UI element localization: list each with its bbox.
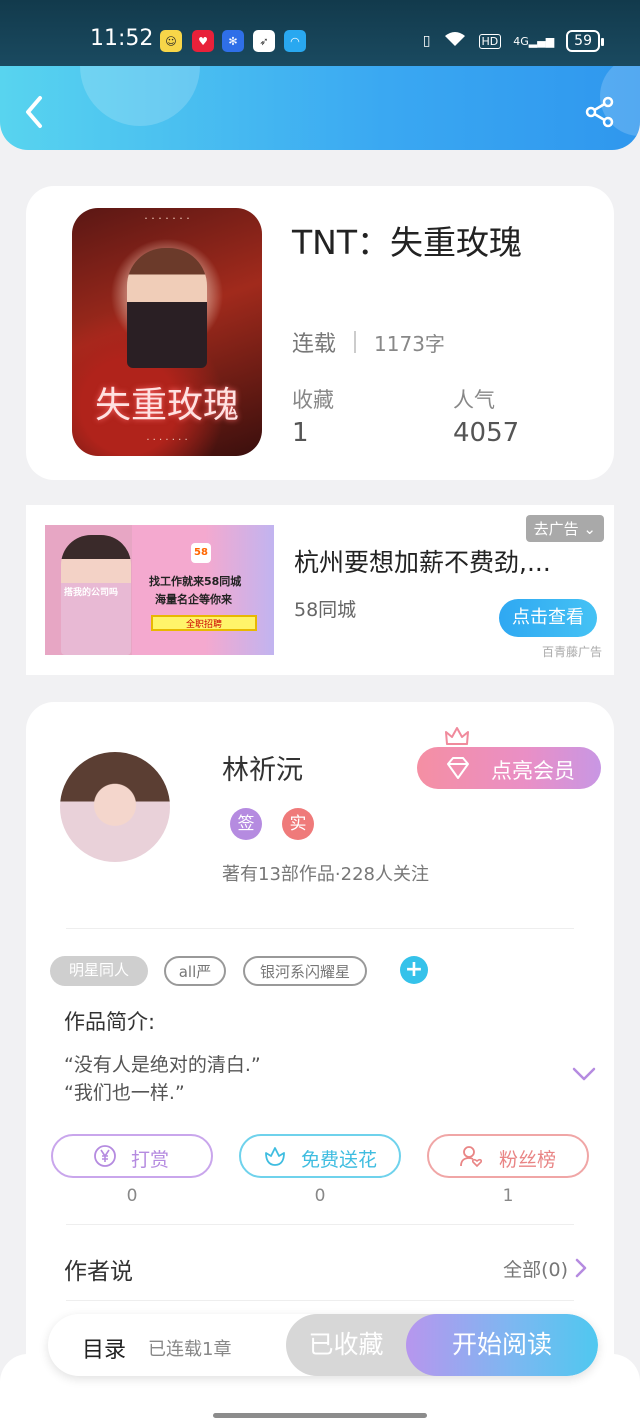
pigeon-icon: ➶ bbox=[253, 30, 275, 52]
intro-line: “我们也一样.” bbox=[64, 1082, 185, 1104]
toc-button[interactable]: 目录 bbox=[82, 1332, 126, 1364]
status-time: 11:52 bbox=[90, 26, 154, 51]
author-says-title: 作者说 bbox=[64, 1259, 133, 1285]
book-cover[interactable]: · · · · · · · 失重玫瑰 · · · · · · · bbox=[72, 208, 262, 456]
fan-rank-button[interactable]: 粉丝榜 bbox=[427, 1134, 589, 1178]
flower-icon bbox=[265, 1147, 285, 1166]
favorited-label: 已收藏 bbox=[308, 1330, 384, 1359]
favorites-value: 1 bbox=[292, 418, 309, 448]
fan-user-icon bbox=[460, 1146, 483, 1168]
popularity-label: 人气 bbox=[453, 388, 495, 412]
home-indicator[interactable] bbox=[213, 1413, 427, 1418]
ad-image-side-text: 搭我的公司吗 bbox=[63, 588, 118, 598]
ad-image-search-bar: 全职招聘 bbox=[151, 615, 257, 631]
divider bbox=[66, 1224, 574, 1225]
cover-top-text: · · · · · · · bbox=[144, 212, 190, 225]
tag-chip[interactable]: 银河系闪耀星 bbox=[243, 956, 367, 986]
reward-button[interactable]: 打赏 bbox=[51, 1134, 213, 1178]
author-description: 著有13部作品·228人关注 bbox=[222, 864, 429, 885]
signed-badge: 签 bbox=[230, 808, 262, 840]
baidu-icon: ✻ bbox=[222, 30, 244, 52]
share-button[interactable] bbox=[584, 96, 616, 128]
fan-rank-label: 粉丝榜 bbox=[499, 1149, 557, 1171]
favorites-label: 收藏 bbox=[292, 388, 334, 412]
verified-badge: 实 bbox=[282, 808, 314, 840]
chapter-count: 已连载1章 bbox=[148, 1339, 232, 1360]
send-flower-button[interactable]: 免费送花 bbox=[239, 1134, 401, 1178]
chevron-right-icon[interactable] bbox=[574, 1257, 588, 1279]
vip-label: 点亮会员 bbox=[491, 759, 575, 783]
hd-icon: HD bbox=[478, 33, 502, 49]
vibrate-icon: ▯ bbox=[422, 33, 431, 49]
ad-banner[interactable]: 搭我的公司吗 58 找工作就来58同城 海量名企等你来 全职招聘 去广告 ⌄ 杭… bbox=[26, 505, 614, 675]
ad-58-logo: 58 bbox=[191, 543, 211, 563]
book-meta: 连载 1173字 bbox=[292, 326, 445, 358]
signal-icon: 4G▂▄▆ bbox=[513, 34, 555, 48]
fan-count: 1 bbox=[502, 1186, 514, 1206]
ad-image-line2: 海量名企等你来 bbox=[155, 593, 232, 606]
book-status: 连载 bbox=[292, 332, 337, 357]
intro-label: 作品简介: bbox=[64, 1010, 156, 1034]
crown-icon bbox=[445, 727, 469, 745]
tag-chip[interactable]: all严 bbox=[164, 956, 226, 986]
cover-figure bbox=[127, 248, 207, 368]
start-reading-button[interactable]: 开始阅读 bbox=[406, 1314, 598, 1376]
remove-ad-label: 去广告 bbox=[533, 520, 579, 538]
back-button[interactable] bbox=[20, 94, 50, 130]
battery-icon: 59 bbox=[566, 30, 604, 52]
meta-divider bbox=[354, 331, 357, 353]
yen-coin-icon bbox=[94, 1145, 116, 1167]
ad-title: 杭州要想加薪不费劲,... bbox=[294, 548, 551, 577]
ad-image[interactable]: 搭我的公司吗 58 找工作就来58同城 海量名企等你来 全职招聘 bbox=[45, 525, 274, 655]
back-chevron-icon bbox=[26, 96, 42, 128]
wifi-icon bbox=[443, 30, 467, 52]
divider bbox=[66, 928, 574, 929]
status-right: ▯ HD 4G▂▄▆ 59 bbox=[422, 30, 604, 52]
intro-line: “没有人是绝对的清白.” bbox=[64, 1054, 261, 1076]
ad-source: 58同城 bbox=[294, 599, 357, 621]
add-tag-button[interactable]: + bbox=[400, 956, 428, 984]
send-flower-label: 免费送花 bbox=[301, 1149, 378, 1171]
ad-view-button[interactable]: 点击查看 bbox=[499, 599, 597, 637]
ad-brand: 百青藤广告 bbox=[541, 645, 602, 659]
cover-bottom-text: · · · · · · · bbox=[146, 435, 188, 446]
cover-title: 失重玫瑰 bbox=[94, 385, 239, 426]
divider bbox=[66, 1300, 574, 1301]
reward-count: 0 bbox=[126, 1186, 138, 1206]
tag-chip[interactable]: 明星同人 bbox=[50, 956, 148, 986]
book-title: TNT：失重玫瑰 bbox=[292, 223, 523, 262]
chevron-down-icon: ⌄ bbox=[583, 520, 596, 538]
wechat-icon: ☺ bbox=[160, 30, 182, 52]
vip-button[interactable]: 点亮会员 bbox=[417, 747, 601, 789]
reward-label: 打赏 bbox=[131, 1149, 170, 1171]
status-bar: 11:52 ☺ ♥ ✻ ➶ ◠ ▯ HD 4G▂▄▆ 59 bbox=[0, 0, 640, 66]
diamond-icon bbox=[447, 757, 469, 779]
flower-count: 0 bbox=[314, 1186, 326, 1206]
author-name[interactable]: 林祈沅 bbox=[222, 748, 303, 787]
pinduoduo-icon: ♥ bbox=[192, 30, 214, 52]
share-icon bbox=[585, 96, 614, 128]
top-header bbox=[0, 66, 640, 150]
decor-bubble bbox=[80, 66, 200, 126]
bottom-action-bar: 目录 已连载1章 已收藏 开始阅读 bbox=[48, 1314, 598, 1376]
expand-chevron-icon[interactable] bbox=[572, 1066, 596, 1082]
ad-image-line1: 找工作就来58同城 bbox=[149, 575, 242, 588]
popularity-value: 4057 bbox=[453, 418, 520, 448]
author-avatar[interactable] bbox=[60, 752, 170, 862]
author-says-all-link[interactable]: 全部(0) bbox=[503, 1255, 568, 1282]
book-info-card: · · · · · · · 失重玫瑰 · · · · · · · TNT：失重玫… bbox=[26, 186, 614, 480]
book-word-count: 1173字 bbox=[374, 331, 445, 356]
remove-ad-button[interactable]: 去广告 ⌄ bbox=[525, 515, 604, 542]
browser-icon: ◠ bbox=[284, 30, 306, 52]
